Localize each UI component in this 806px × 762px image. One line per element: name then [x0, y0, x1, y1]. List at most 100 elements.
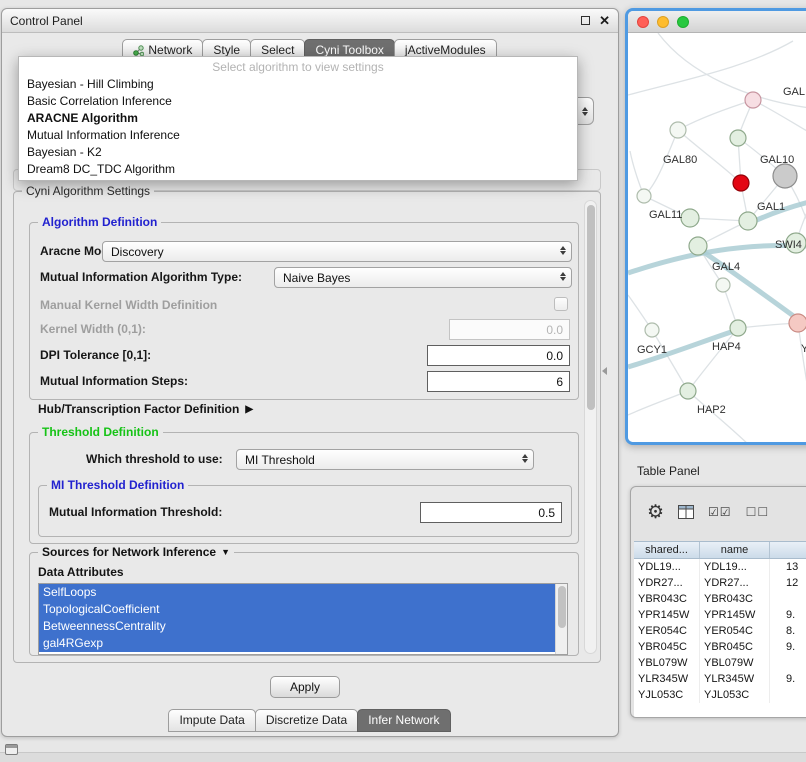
column-header[interactable] [770, 542, 806, 558]
network-node[interactable] [716, 278, 730, 292]
kernel-width-row: Kernel Width (0,1): 0.0 [30, 319, 578, 340]
attribute-list-scrollbar[interactable] [555, 584, 567, 654]
table-cell: YBL079W [700, 655, 770, 671]
table-row[interactable]: YJL053CYJL053C [634, 687, 806, 703]
cyni-settings-group-title: Cyni Algorithm Settings [22, 184, 154, 198]
minimized-panel-icon[interactable] [5, 744, 18, 755]
network-node[interactable] [680, 383, 696, 399]
scrollbar-thumb[interactable] [587, 205, 595, 410]
column-header[interactable]: shared... [634, 542, 700, 558]
minimize-traffic-light-icon[interactable] [657, 16, 669, 28]
algorithm-option[interactable]: Bayesian - K2 [19, 144, 577, 161]
network-node-label: Y [801, 343, 806, 355]
network-node[interactable] [745, 92, 761, 108]
table-body: YDL19...YDL19...13YDR27...YDR27...12YBR0… [634, 559, 806, 703]
network-tab-icon [133, 45, 144, 56]
algorithm-option[interactable]: Dream8 DC_TDC Algorithm [19, 161, 577, 178]
dpi-tolerance-field[interactable]: 0.0 [427, 345, 570, 366]
column-header[interactable]: name [700, 542, 770, 558]
manual-kernel-label: Manual Kernel Width Definition [40, 298, 217, 312]
network-node[interactable] [730, 130, 746, 146]
apply-button[interactable]: Apply [270, 676, 340, 698]
columns-icon[interactable] [678, 505, 694, 519]
network-canvas-wrap: GALGAL80GAL10GAL11GAL1SWI4GAL4GCY1HAP4HA… [628, 33, 806, 442]
cyni-settings-group: Cyni Algorithm Settings Algorithm Defini… [13, 191, 601, 663]
network-node[interactable] [733, 175, 749, 191]
table-header-row: shared...name [634, 542, 806, 559]
tab-impute-data[interactable]: Impute Data [168, 709, 255, 732]
table-cell: YER054C [700, 623, 770, 639]
manual-kernel-checkbox[interactable] [554, 297, 568, 311]
which-threshold-select[interactable]: MI Threshold [236, 449, 534, 470]
aracne-mode-select[interactable]: Discovery [102, 241, 572, 262]
table-row[interactable]: YBR045CYBR045C9. [634, 639, 806, 655]
network-node[interactable] [681, 209, 699, 227]
table-row[interactable]: YLR345WYLR345W9. [634, 671, 806, 687]
panel-splitter-arrow[interactable] [602, 367, 607, 375]
scrollbar-thumb[interactable] [558, 586, 566, 628]
network-node[interactable] [730, 320, 746, 336]
mi-steps-field[interactable]: 6 [427, 371, 570, 392]
checked-boxes-icon[interactable]: ☑☑ [708, 505, 732, 519]
network-node-label: HAP2 [697, 404, 726, 416]
close-window-icon[interactable]: ✕ [599, 14, 610, 27]
network-node-label: GAL [783, 86, 805, 98]
stepper-icon [582, 107, 588, 116]
table-row[interactable]: YDL19...YDL19...13 [634, 559, 806, 575]
bottom-tab-bar: Impute DataDiscretize Data Infer Network [2, 709, 618, 732]
hub-definition-expander[interactable]: Hub/Transcription Factor Definition ▶ [38, 402, 253, 416]
which-threshold-label: Which threshold to use: [86, 452, 223, 466]
mi-steps-label: Mutual Information Steps: [40, 374, 188, 388]
table-row[interactable]: YDR27...YDR27...12 [634, 575, 806, 591]
algorithm-option[interactable]: Mutual Information Inference [19, 127, 577, 144]
which-threshold-row: Which threshold to use: MI Threshold [30, 449, 578, 470]
network-node[interactable] [645, 323, 659, 337]
status-bar [0, 752, 806, 762]
tab-label: Infer Network [368, 713, 439, 727]
network-node[interactable] [773, 164, 797, 188]
network-node[interactable] [670, 122, 686, 138]
table-row[interactable]: YBR043CYBR043C [634, 591, 806, 607]
table-cell: YDL19... [700, 559, 770, 575]
zoom-traffic-light-icon[interactable] [677, 16, 689, 28]
node-table: shared...name YDL19...YDL19...13YDR27...… [634, 541, 806, 717]
table-row[interactable]: YBL079WYBL079W [634, 655, 806, 671]
desktop: Control Panel ✕ NetworkStyleSelectCyni T… [0, 0, 806, 762]
table-toolbar: ⚙ ☑☑ ☐☐ [631, 487, 806, 537]
attribute-item[interactable]: TopologicalCoefficient [39, 601, 567, 618]
table-cell: YLR345W [700, 671, 770, 687]
network-node[interactable] [689, 237, 707, 255]
network-node[interactable] [637, 189, 651, 203]
mi-threshold-field[interactable]: 0.5 [420, 502, 562, 523]
mi-type-label: Mutual Information Algorithm Type: [40, 270, 242, 284]
float-window-icon[interactable] [581, 16, 590, 25]
attribute-item[interactable]: BetweennessCentrality [39, 618, 567, 635]
close-traffic-light-icon[interactable] [637, 16, 649, 28]
network-node-label: HAP4 [712, 341, 741, 353]
tab-discretize-data[interactable]: Discretize Data [255, 709, 358, 732]
network-edge [688, 391, 750, 442]
sources-group-title-row[interactable]: Sources for Network Inference ▼ [38, 545, 234, 559]
table-row[interactable]: YPR145WYPR145W9. [634, 607, 806, 623]
attribute-item[interactable]: gal4RGexp [39, 635, 567, 652]
kernel-width-field[interactable]: 0.0 [449, 319, 570, 340]
table-row[interactable]: YER054CYER054C8. [634, 623, 806, 639]
mi-steps-row: Mutual Information Steps: 6 [30, 371, 578, 392]
network-node[interactable] [789, 314, 806, 332]
expand-right-arrow-icon: ▶ [245, 404, 253, 415]
threshold-definition-title: Threshold Definition [38, 425, 163, 439]
table-cell: YBR045C [700, 639, 770, 655]
algorithm-option[interactable]: ARACNE Algorithm [19, 110, 577, 127]
settings-scrollbar[interactable] [584, 200, 597, 654]
gear-icon[interactable]: ⚙ [647, 501, 664, 524]
unchecked-boxes-icon[interactable]: ☐☐ [746, 505, 770, 519]
algorithm-option[interactable]: Basic Correlation Inference [19, 93, 577, 110]
tab-infer-network[interactable]: Infer Network [357, 709, 450, 732]
network-node[interactable] [739, 212, 757, 230]
mi-threshold-label: Mutual Information Threshold: [49, 505, 222, 519]
algorithm-option[interactable]: Bayesian - Hill Climbing [19, 76, 577, 93]
tab-label: Style [213, 43, 240, 57]
attribute-item[interactable]: SelfLoops [39, 584, 567, 601]
mi-type-select[interactable]: Naive Bayes [274, 267, 572, 288]
network-canvas[interactable]: GALGAL80GAL10GAL11GAL1SWI4GAL4GCY1HAP4HA… [628, 33, 806, 442]
